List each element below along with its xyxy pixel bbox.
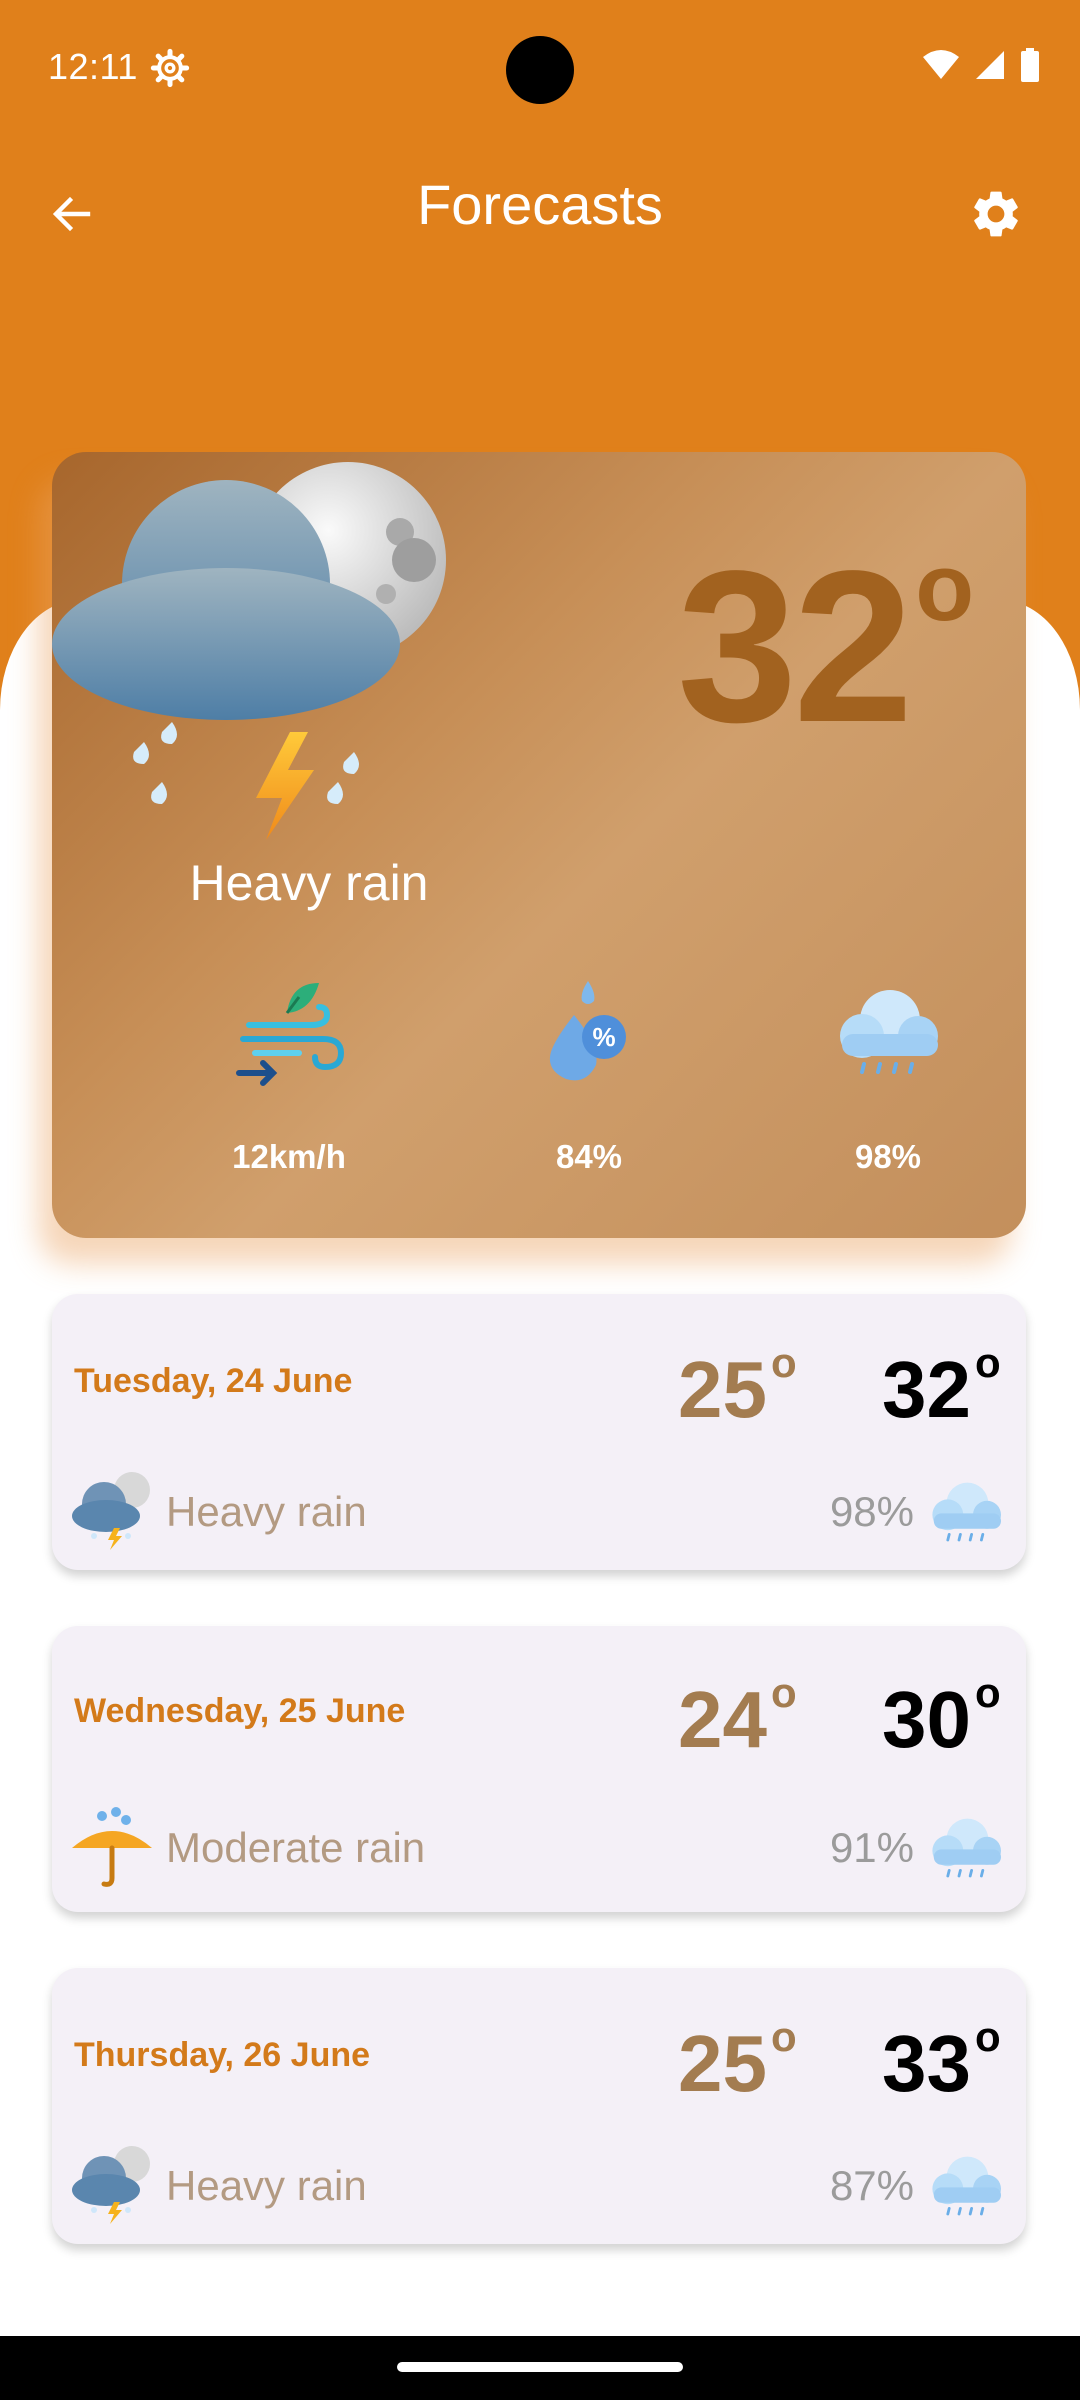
degree-symbol: o — [770, 2013, 797, 2060]
signal-icon — [976, 51, 1004, 79]
degree-symbol: o — [974, 1339, 1001, 1386]
settings-button[interactable] — [960, 178, 1032, 250]
status-icons — [922, 48, 1040, 82]
current-temperature-value: 32 — [677, 525, 913, 767]
forecast-condition: Heavy rain — [166, 2162, 367, 2209]
rain-cloud-icon — [932, 1482, 1001, 1542]
humidity-stat: % 84% — [469, 972, 709, 1176]
forecast-card-2[interactable]: Wednesday, 25 June 24o 30o Moderate rain… — [52, 1626, 1026, 1912]
forecast-low-temp: 25o — [678, 2016, 797, 2104]
degree-symbol: o — [915, 534, 974, 641]
rain-cloud-icon — [840, 990, 938, 1074]
forecast-condition: Heavy rain — [166, 1488, 367, 1535]
app-bar: Forecasts — [0, 150, 1080, 270]
precipitation-stat: 98% — [768, 972, 1008, 1176]
svg-text:%: % — [592, 1022, 615, 1052]
wind-stat: 12km/h — [169, 972, 409, 1176]
current-temperature: 32o — [677, 538, 974, 754]
rain-cloud-icon — [932, 2156, 1001, 2216]
wind-icon — [236, 983, 345, 1086]
precipitation-value: 98% — [854, 1138, 922, 1175]
settings-status-icon — [150, 48, 190, 88]
forecast-rain-chance: 87% — [829, 2162, 914, 2209]
forecast-card-3[interactable]: Thursday, 26 June 25o 33o Heavy rain 87% — [52, 1968, 1026, 2244]
forecast-date: Wednesday, 25 June — [74, 1692, 406, 1730]
forecast-rain-chance: 98% — [829, 1488, 914, 1535]
humidity-value: 84% — [555, 1138, 623, 1175]
forecast-high-temp: 32o — [882, 1342, 1001, 1430]
degree-symbol: o — [974, 1669, 1001, 1716]
forecast-low-value: 25 — [678, 1345, 767, 1434]
forecast-low-temp: 25o — [678, 1342, 797, 1430]
home-gesture-handle[interactable] — [397, 2362, 683, 2372]
umbrella-rain-icon — [72, 1807, 152, 1887]
forecast-high-value: 33 — [882, 2019, 971, 2108]
forecast-rain-chance: 91% — [829, 1824, 914, 1871]
status-time: 12:11 — [48, 46, 138, 87]
forecast-low-value: 25 — [678, 2019, 767, 2108]
rain-cloud-icon — [932, 1818, 1001, 1878]
camera-cutout — [506, 36, 574, 104]
storm-moon-icon — [52, 462, 446, 840]
forecast-high-temp: 33o — [882, 2016, 1001, 2104]
storm-moon-icon — [72, 1472, 150, 1550]
forecast-high-value: 30 — [882, 1675, 971, 1764]
forecast-card-1[interactable]: Tuesday, 24 June 25o 32o Heavy rain 98% — [52, 1294, 1026, 1570]
humidity-icon: % — [549, 981, 626, 1081]
forecast-date: Tuesday, 24 June — [74, 1362, 353, 1400]
page-title: Forecasts — [417, 173, 663, 236]
degree-symbol: o — [974, 2013, 1001, 2060]
storm-moon-icon — [72, 2146, 150, 2224]
wind-speed: 12km/h — [232, 1138, 346, 1175]
battery-icon — [1021, 48, 1039, 82]
degree-symbol: o — [770, 1339, 797, 1386]
gear-icon — [974, 191, 1018, 237]
current-condition: Heavy rain — [189, 855, 429, 911]
forecast-date: Thursday, 26 June — [74, 2036, 371, 2074]
wifi-icon — [923, 50, 959, 79]
forecast-high-value: 32 — [882, 1345, 971, 1434]
forecast-high-temp: 30o — [882, 1672, 1001, 1760]
forecast-low-value: 24 — [678, 1675, 767, 1764]
degree-symbol: o — [770, 1669, 797, 1716]
status-bar: 12:11 — [0, 0, 1080, 136]
forecast-low-temp: 24o — [678, 1672, 797, 1760]
current-weather-card: 32o Heavy rain 12km/h % 84% 98% — [52, 452, 1026, 1238]
forecast-condition: Moderate rain — [166, 1824, 426, 1871]
